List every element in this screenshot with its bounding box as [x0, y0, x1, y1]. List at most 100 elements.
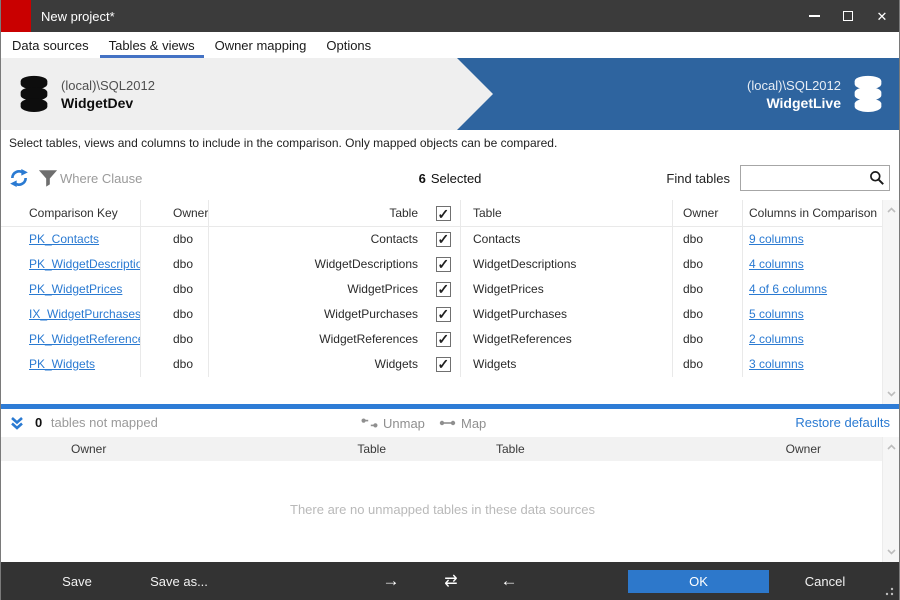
table-row: PK_Contacts dbo Contacts Contacts dbo 9 …: [1, 227, 884, 252]
header-table-right[interactable]: Table: [461, 200, 673, 226]
owner-left-cell: dbo: [141, 352, 209, 377]
double-chevron-down-icon: [11, 417, 23, 430]
swap-arrows-icon[interactable]: ⇄: [444, 562, 457, 600]
columns-link[interactable]: 3 columns: [749, 357, 804, 371]
table-right-cell: WidgetDescriptions: [461, 252, 673, 277]
header-owner-left[interactable]: Owner: [141, 200, 209, 226]
header-table-right[interactable]: Table: [386, 437, 686, 461]
close-button[interactable]: ✕: [865, 0, 899, 32]
table-row: IX_WidgetPurchases dbo WidgetPurchases W…: [1, 302, 884, 327]
comparison-key-link[interactable]: PK_WidgetReferences: [29, 332, 140, 346]
scroll-up-icon[interactable]: [883, 202, 899, 218]
minimize-button[interactable]: [797, 0, 831, 32]
table-row: PK_Widgets dbo Widgets Widgets dbo 3 col…: [1, 352, 884, 377]
columns-link[interactable]: 5 columns: [749, 307, 804, 321]
comparison-key-link[interactable]: IX_WidgetPurchases: [29, 307, 140, 321]
find-tables-input[interactable]: [740, 165, 890, 191]
row-checkbox[interactable]: [435, 277, 451, 302]
owner-right-cell: dbo: [673, 227, 743, 252]
comparison-key-link[interactable]: PK_WidgetDescriptions: [29, 257, 140, 271]
row-checkbox[interactable]: [435, 352, 451, 377]
owner-right-cell: dbo: [673, 252, 743, 277]
tab[interactable]: Options: [317, 32, 380, 58]
source-database: (local)\SQL2012 WidgetDev: [1, 58, 493, 130]
selected-count-number: 6: [418, 170, 426, 186]
not-mapped-status: 0 tables not mapped: [35, 409, 158, 437]
row-checkbox[interactable]: [435, 227, 451, 252]
tables-grid-rows: PK_Contacts dbo Contacts Contacts dbo 9 …: [1, 227, 884, 377]
find-tables-label: Find tables: [666, 170, 730, 186]
header-owner-right[interactable]: Owner: [686, 437, 884, 461]
owner-left-cell: dbo: [141, 302, 209, 327]
table-right-cell: Contacts: [461, 227, 673, 252]
cancel-button[interactable]: Cancel: [805, 562, 845, 600]
tab[interactable]: Tables & views: [99, 32, 204, 58]
search-icon[interactable]: [869, 170, 885, 186]
owner-right-cell: dbo: [673, 352, 743, 377]
table-left-cell: WidgetPurchases: [323, 307, 418, 321]
scroll-up-icon[interactable]: [883, 439, 899, 455]
select-all-checkbox[interactable]: [435, 201, 451, 226]
footer-bar: Save Save as... → ⇄ ← OK Cancel: [1, 562, 899, 600]
table-right-cell: WidgetPurchases: [461, 302, 673, 327]
row-checkbox[interactable]: [435, 252, 451, 277]
save-button[interactable]: Save: [62, 562, 92, 600]
header-owner-right[interactable]: Owner: [673, 200, 743, 226]
unmap-icon: [361, 418, 378, 428]
columns-link[interactable]: 2 columns: [749, 332, 804, 346]
header-checkbox-cell: [426, 200, 461, 226]
comparison-key-cell: PK_WidgetDescriptions: [1, 252, 141, 277]
header-comparison-key[interactable]: Comparison Key: [1, 200, 141, 226]
comparison-key-link[interactable]: PK_Widgets: [29, 357, 95, 371]
comparison-key-cell: PK_WidgetPrices: [1, 277, 141, 302]
save-as-button[interactable]: Save as...: [150, 562, 208, 600]
database-band: (local)\SQL2012 WidgetLive (local)\SQL20…: [1, 58, 899, 130]
columns-cell: 3 columns: [743, 352, 884, 377]
columns-link[interactable]: 4 of 6 columns: [749, 282, 827, 296]
tab[interactable]: Data sources: [3, 32, 98, 58]
source-database-name: WidgetDev: [61, 94, 134, 111]
columns-link[interactable]: 9 columns: [749, 232, 804, 246]
header-table-left[interactable]: Table: [209, 200, 426, 226]
comparison-key-link[interactable]: PK_WidgetPrices: [29, 282, 122, 296]
arrow-left-icon[interactable]: ←: [501, 562, 518, 600]
table-left-cell: Contacts: [370, 232, 418, 246]
tab[interactable]: Owner mapping: [206, 32, 316, 58]
row-checkbox[interactable]: [435, 327, 451, 352]
header-owner-left[interactable]: Owner: [1, 437, 201, 461]
window-controls: ✕: [797, 0, 899, 32]
unmap-label: Unmap: [383, 415, 425, 431]
scroll-down-icon[interactable]: [883, 544, 899, 560]
tab-label: Data sources: [12, 37, 89, 53]
maximize-button[interactable]: [831, 0, 865, 32]
header-table-left[interactable]: Table: [201, 437, 386, 461]
map-button[interactable]: Map: [439, 409, 486, 437]
restore-defaults-link[interactable]: Restore defaults: [795, 409, 890, 437]
tab-bar: Data sources Tables & views Owner mapping O…: [1, 32, 899, 58]
database-icon: [854, 75, 882, 112]
columns-link[interactable]: 4 columns: [749, 257, 804, 271]
table-row: PK_WidgetDescriptions dbo WidgetDescript…: [1, 252, 884, 277]
top-grid-scrollbar[interactable]: [882, 200, 899, 404]
scroll-down-icon[interactable]: [883, 386, 899, 402]
table-left-cell: WidgetReferences: [319, 332, 418, 346]
arrow-right-icon[interactable]: →: [383, 562, 400, 600]
comparison-key-cell: PK_WidgetReferences: [1, 327, 141, 352]
row-checkbox[interactable]: [435, 302, 451, 327]
tab-label: Owner mapping: [214, 37, 307, 53]
map-label: Map: [461, 415, 487, 431]
table-row: PK_WidgetPrices dbo WidgetPrices WidgetP…: [1, 277, 884, 302]
resize-grip[interactable]: [885, 587, 894, 596]
bottom-grid-scrollbar[interactable]: [882, 437, 899, 562]
columns-cell: 5 columns: [743, 302, 884, 327]
expand-pane-button[interactable]: [10, 416, 24, 433]
header-columns[interactable]: Columns in Comparison: [743, 200, 884, 226]
table-left-cell: Widgets: [374, 357, 418, 371]
window-title: New project*: [41, 8, 115, 24]
table-right-cell: Widgets: [461, 352, 673, 377]
comparison-key-link[interactable]: PK_Contacts: [29, 232, 99, 246]
unmapped-grid-header: Owner Table Table Owner: [1, 437, 884, 461]
unmap-button[interactable]: Unmap: [361, 409, 425, 437]
tab-label: Options: [326, 37, 372, 53]
ok-button[interactable]: OK: [628, 570, 769, 593]
